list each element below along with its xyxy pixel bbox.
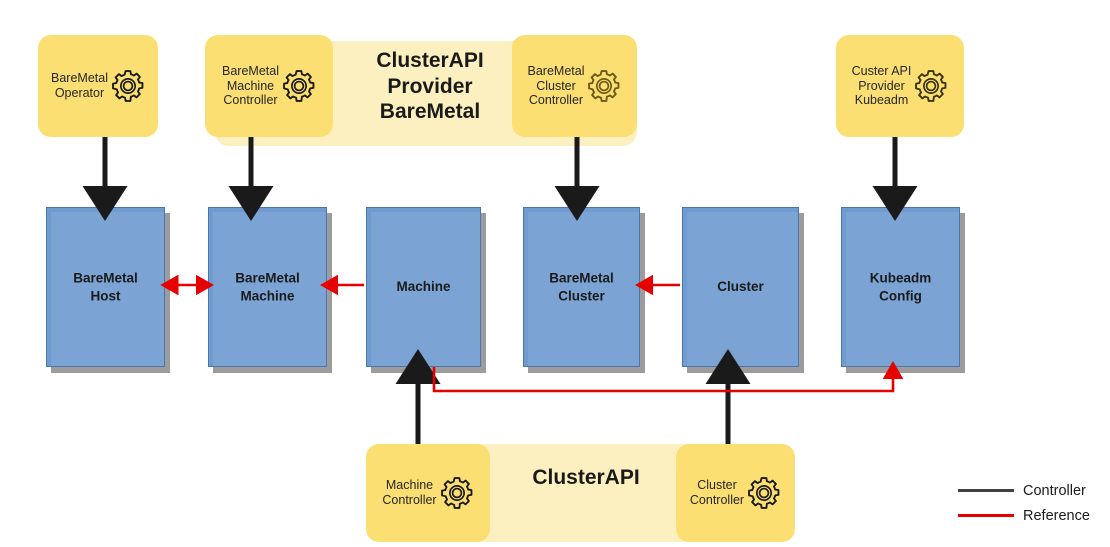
- gear-icon: [440, 477, 472, 509]
- controller-pod-baremetal-machine-controller[interactable]: BareMetal Machine Controller: [205, 35, 333, 137]
- controller-pod-cluster-api-provider-kubeadm[interactable]: Custer API Provider Kubeadm: [836, 35, 964, 137]
- controller-pod-cluster-controller[interactable]: Cluster Controller: [676, 444, 795, 542]
- legend: Controller Reference: [958, 478, 1108, 528]
- controller-label: BareMetal Machine Controller: [222, 63, 279, 108]
- controller-pod-machine-controller[interactable]: Machine Controller: [366, 444, 490, 542]
- legend-swatch-controller: [958, 489, 1014, 492]
- resource-box-baremetal-machine[interactable]: BareMetal Machine: [208, 207, 327, 367]
- controller-label: BareMetal Operator: [51, 71, 108, 100]
- legend-label: Controller: [1023, 482, 1086, 499]
- band-label-clusterapi: ClusterAPI: [532, 466, 640, 489]
- resource-label: Kubeadm Config: [869, 270, 932, 303]
- gear-icon: [283, 70, 315, 102]
- controller-label: Cluster Controller: [689, 478, 745, 507]
- gear-icon: [915, 70, 947, 102]
- gear-icon: [588, 70, 620, 102]
- controller-pod-baremetal-operator[interactable]: BareMetal Operator: [38, 35, 158, 137]
- legend-label: Reference: [1023, 507, 1090, 524]
- gear-icon: [112, 70, 144, 102]
- resource-box-machine[interactable]: Machine: [366, 207, 481, 367]
- controller-pod-baremetal-cluster-controller[interactable]: BareMetal Cluster Controller: [512, 35, 637, 137]
- resource-label: BareMetal Machine: [235, 270, 300, 303]
- resource-label: BareMetal Host: [73, 270, 138, 303]
- gear-icon: [748, 477, 780, 509]
- legend-swatch-reference: [958, 514, 1014, 517]
- controller-label: BareMetal Cluster Controller: [527, 63, 585, 108]
- resource-box-baremetal-host[interactable]: BareMetal Host: [46, 207, 165, 367]
- resource-box-cluster[interactable]: Cluster: [682, 207, 799, 367]
- reference-edge-machine-to-kubeadm-config: [432, 361, 904, 393]
- legend-item-reference: Reference: [958, 503, 1108, 528]
- resource-label: Machine: [396, 279, 451, 295]
- resource-box-baremetal-cluster[interactable]: BareMetal Cluster: [523, 207, 640, 367]
- resource-box-kubeadm-config[interactable]: Kubeadm Config: [841, 207, 960, 367]
- controller-label: Custer API Provider Kubeadm: [851, 63, 912, 108]
- resource-label: Cluster: [717, 279, 764, 295]
- band-label-clusterapi-provider-baremetal: ClusterAPI Provider BareMetal: [376, 49, 484, 124]
- legend-item-controller: Controller: [958, 478, 1108, 503]
- resource-label: BareMetal Cluster: [549, 270, 614, 303]
- diagram-canvas: BareMetal Operator BareMetal Machine Con…: [0, 0, 1110, 547]
- controller-label: Machine Controller: [382, 478, 437, 507]
